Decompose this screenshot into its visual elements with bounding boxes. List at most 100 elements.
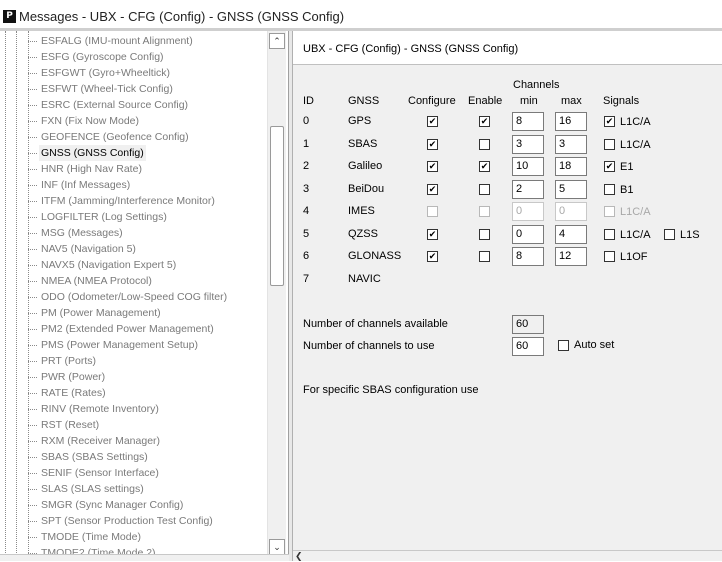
enable-checkbox[interactable] xyxy=(479,229,490,240)
panel-header: UBX - CFG (Config) - GNSS (GNSS Config) xyxy=(293,31,722,65)
tree-item[interactable]: INF (Inf Messages) xyxy=(0,177,266,193)
tree-connector xyxy=(28,393,37,394)
message-tree[interactable]: ESFALG (IMU-mount Alignment) ESFG (Gyrosc… xyxy=(0,31,289,561)
channels-max-input[interactable]: 4 xyxy=(555,225,587,244)
enable-checkbox[interactable] xyxy=(479,139,490,150)
signal-checkbox[interactable] xyxy=(664,229,675,240)
tree-item[interactable]: ESFG (Gyroscope Config) xyxy=(0,49,266,65)
panel-title: UBX - CFG (Config) - GNSS (GNSS Config) xyxy=(303,43,519,55)
tree-item[interactable]: NAVX5 (Navigation Expert 5) xyxy=(0,257,266,273)
channels-min-input[interactable]: 10 xyxy=(512,157,544,176)
chevron-up-icon[interactable]: ⌃ xyxy=(269,33,285,49)
tree-item[interactable]: GEOFENCE (Geofence Config) xyxy=(0,129,266,145)
tree-item[interactable]: RST (Reset) xyxy=(0,417,266,433)
column-header-signals: Signals xyxy=(603,95,640,107)
signal-checkbox[interactable] xyxy=(604,184,615,195)
tree-item[interactable]: ESFGWT (Gyro+Wheeltick) xyxy=(0,65,266,81)
channels-min-input[interactable]: 2 xyxy=(512,180,544,199)
scrollbar-thumb[interactable] xyxy=(270,126,284,286)
tree-item[interactable]: RXM (Receiver Manager) xyxy=(0,433,266,449)
tree-item[interactable]: SLAS (SLAS settings) xyxy=(0,481,266,497)
tree-connector xyxy=(28,153,37,154)
auto-set-label: Auto set xyxy=(574,339,615,351)
tree-item[interactable]: ODO (Odometer/Low-Speed COG filter) xyxy=(0,289,266,305)
tree-item[interactable]: LOGFILTER (Log Settings) xyxy=(0,209,266,225)
panel-horizontal-scrollbar[interactable]: ❮ xyxy=(293,550,722,561)
tree-item[interactable]: PRT (Ports) xyxy=(0,353,266,369)
tree-connector xyxy=(28,409,37,410)
tree-item[interactable]: ESFWT (Wheel-Tick Config) xyxy=(0,81,266,97)
configure-checkbox[interactable] xyxy=(427,161,438,172)
tree-connector xyxy=(28,505,37,506)
tree-item[interactable]: GNSS (GNSS Config) xyxy=(0,145,266,161)
channels-min-input[interactable]: 8 xyxy=(512,112,544,131)
signal-checkbox[interactable] xyxy=(604,139,615,150)
signal-checkbox[interactable] xyxy=(604,116,615,127)
tree-item[interactable]: HNR (High Nav Rate) xyxy=(0,161,266,177)
tree-item[interactable]: PM (Power Management) xyxy=(0,305,266,321)
chevron-down-icon[interactable]: ⌄ xyxy=(269,539,285,555)
channels-min-input[interactable]: 3 xyxy=(512,135,544,154)
enable-checkbox[interactable] xyxy=(479,116,490,127)
tree-item[interactable]: NAV5 (Navigation 5) xyxy=(0,241,266,257)
tree-item[interactable]: SBAS (SBAS Settings) xyxy=(0,449,266,465)
tree-horizontal-scrollbar[interactable] xyxy=(0,554,289,561)
tree-item[interactable]: PM2 (Extended Power Management) xyxy=(0,321,266,337)
tree-item[interactable]: SPT (Sensor Production Test Config) xyxy=(0,513,266,529)
channels-to-use-field[interactable]: 60 xyxy=(512,337,544,356)
tree-item[interactable]: SENIF (Sensor Interface) xyxy=(0,465,266,481)
channels-max-input: 0 xyxy=(555,202,587,221)
channels-min-input: 0 xyxy=(512,202,544,221)
tree-item[interactable]: TMODE (Time Mode) xyxy=(0,529,266,545)
channels-min-input[interactable]: 0 xyxy=(512,225,544,244)
signal-checkbox[interactable] xyxy=(604,229,615,240)
tree-connector xyxy=(28,297,37,298)
signal-label: B1 xyxy=(620,184,634,196)
configure-checkbox[interactable] xyxy=(427,251,438,262)
tree-vertical-scrollbar[interactable]: ⌃ ⌄ xyxy=(267,31,286,557)
enable-checkbox[interactable] xyxy=(479,251,490,262)
tree-item[interactable]: PMS (Power Management Setup) xyxy=(0,337,266,353)
tree-connector xyxy=(28,345,37,346)
configure-checkbox[interactable] xyxy=(427,139,438,150)
tree-item[interactable]: ESFALG (IMU-mount Alignment) xyxy=(0,33,266,49)
tree-item[interactable]: SMGR (Sync Manager Config) xyxy=(0,497,266,513)
channels-min-input[interactable]: 8 xyxy=(512,247,544,266)
signal-label: E1 xyxy=(620,161,634,173)
tree-connector xyxy=(28,41,37,42)
auto-set-checkbox[interactable] xyxy=(558,340,569,351)
channels-max-input[interactable]: 12 xyxy=(555,247,587,266)
tree-item-label: NMEA (NMEA Protocol) xyxy=(41,275,152,287)
tree-item-label: GNSS (GNSS Config) xyxy=(39,145,146,161)
gnss-row-name: Galileo xyxy=(348,160,383,172)
channels-max-input[interactable]: 18 xyxy=(555,157,587,176)
channels-max-input[interactable]: 5 xyxy=(555,180,587,199)
channels-max-input[interactable]: 3 xyxy=(555,135,587,154)
signal-checkbox[interactable] xyxy=(604,251,615,262)
configure-checkbox xyxy=(427,206,438,217)
tree-item[interactable]: ESRC (External Source Config) xyxy=(0,97,266,113)
tree-item[interactable]: RINV (Remote Inventory) xyxy=(0,401,266,417)
chevron-left-icon[interactable]: ❮ xyxy=(295,551,303,562)
tree-item[interactable]: FXN (Fix Now Mode) xyxy=(0,113,266,129)
signal-checkbox[interactable] xyxy=(604,161,615,172)
tree-connector xyxy=(28,121,37,122)
gnss-row-id: 4 xyxy=(303,205,310,217)
tree-item[interactable]: PWR (Power) xyxy=(0,369,266,385)
tree-connector xyxy=(28,137,37,138)
tree-connector xyxy=(28,537,37,538)
configure-checkbox[interactable] xyxy=(427,229,438,240)
enable-checkbox[interactable] xyxy=(479,161,490,172)
tree-item[interactable]: ITFM (Jamming/Interference Monitor) xyxy=(0,193,266,209)
tree-item-label: PM (Power Management) xyxy=(41,307,161,319)
sbas-config-note: For specific SBAS configuration use xyxy=(303,384,479,396)
tree-item[interactable]: MSG (Messages) xyxy=(0,225,266,241)
tree-item[interactable]: RATE (Rates) xyxy=(0,385,266,401)
channels-max-input[interactable]: 16 xyxy=(555,112,587,131)
enable-checkbox[interactable] xyxy=(479,184,490,195)
tree-item[interactable]: NMEA (NMEA Protocol) xyxy=(0,273,266,289)
signal-label: L1OF xyxy=(620,251,648,263)
tree-item-label: ESFGWT (Gyro+Wheeltick) xyxy=(41,67,171,79)
configure-checkbox[interactable] xyxy=(427,184,438,195)
configure-checkbox[interactable] xyxy=(427,116,438,127)
